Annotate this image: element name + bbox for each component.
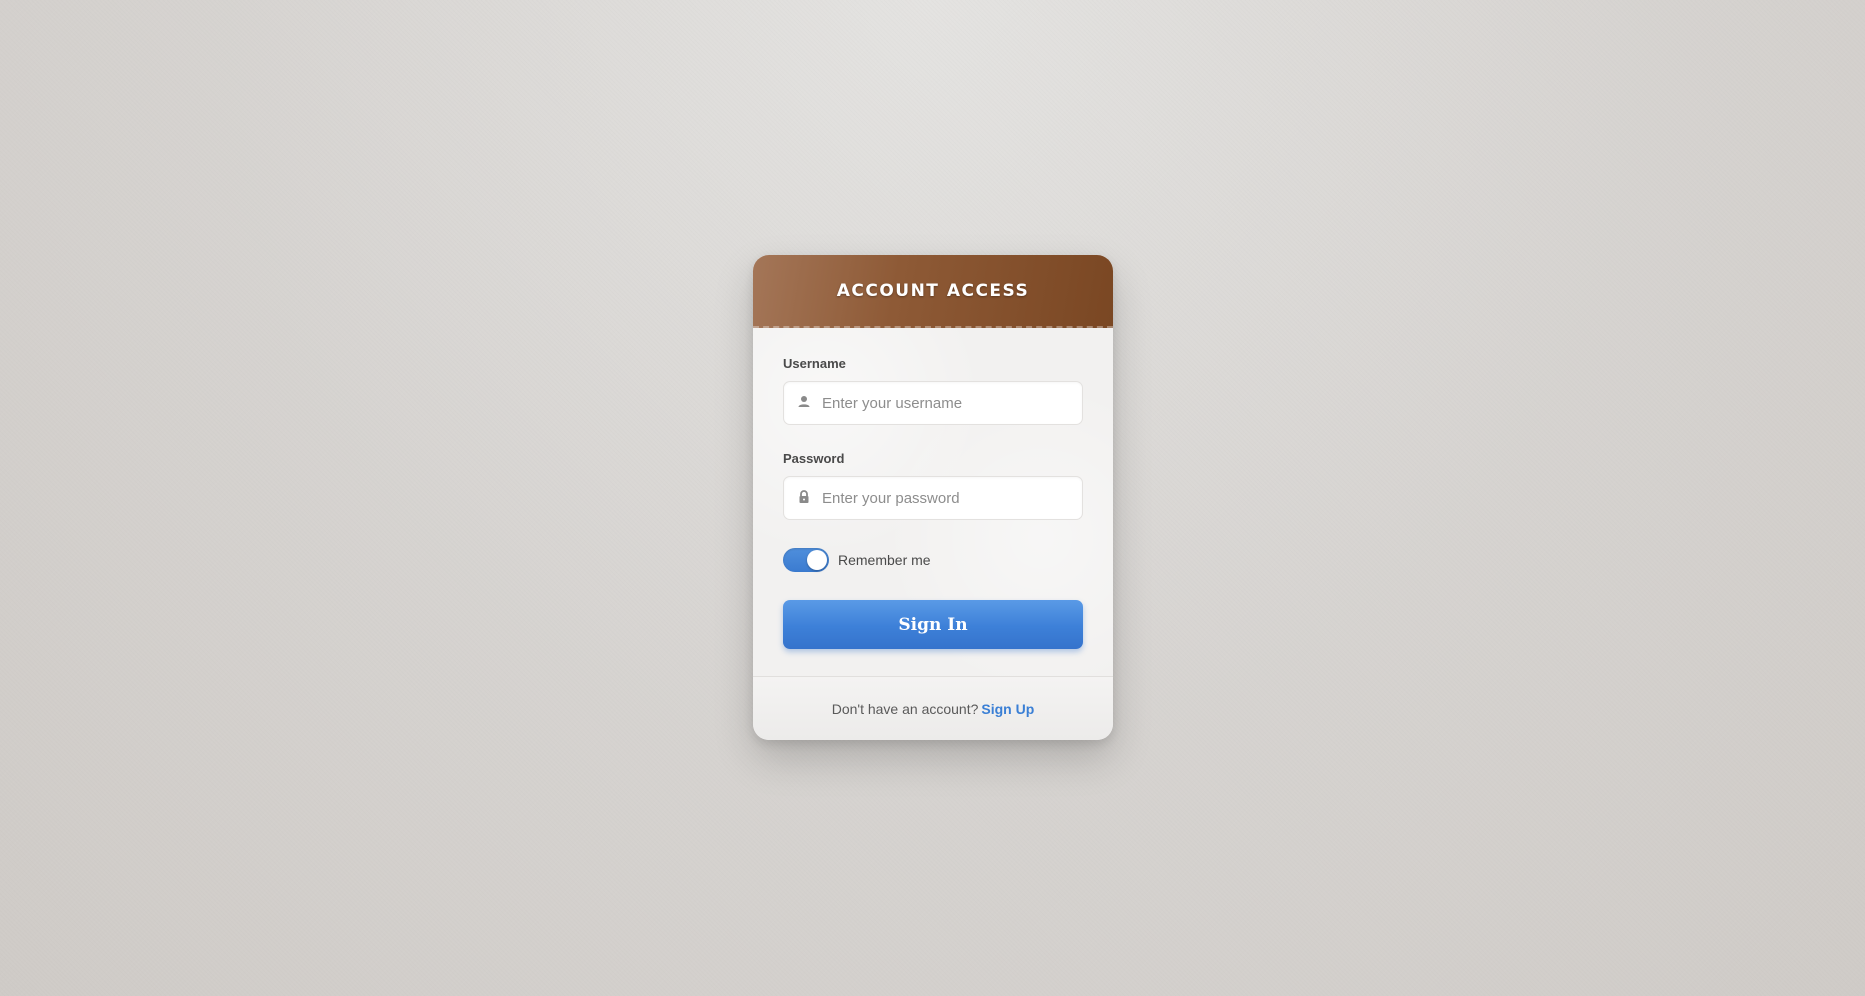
password-field-wrapper[interactable] bbox=[783, 476, 1083, 520]
card-title: ACCOUNT ACCESS bbox=[836, 280, 1030, 301]
card-header: ACCOUNT ACCESS bbox=[753, 255, 1113, 328]
login-card: ACCOUNT ACCESS Username Password bbox=[753, 255, 1113, 740]
username-input[interactable] bbox=[822, 382, 1072, 424]
sign-up-link[interactable]: Sign Up bbox=[981, 701, 1034, 717]
user-icon bbox=[797, 394, 811, 410]
sign-in-button[interactable]: Sign In bbox=[783, 600, 1083, 649]
password-input[interactable] bbox=[822, 477, 1072, 519]
toggle-knob bbox=[807, 550, 827, 570]
remember-me-toggle[interactable] bbox=[783, 548, 829, 572]
username-label: Username bbox=[783, 356, 846, 371]
username-field-wrapper[interactable] bbox=[783, 381, 1083, 425]
password-label: Password bbox=[783, 451, 845, 466]
remember-me-label[interactable]: Remember me bbox=[838, 552, 931, 568]
signup-prompt: Don't have an account? bbox=[831, 700, 979, 717]
card-footer: Don't have an account? Sign Up bbox=[753, 676, 1113, 740]
lock-icon bbox=[797, 489, 811, 505]
login-form: Username Password Re bbox=[753, 328, 1113, 677]
